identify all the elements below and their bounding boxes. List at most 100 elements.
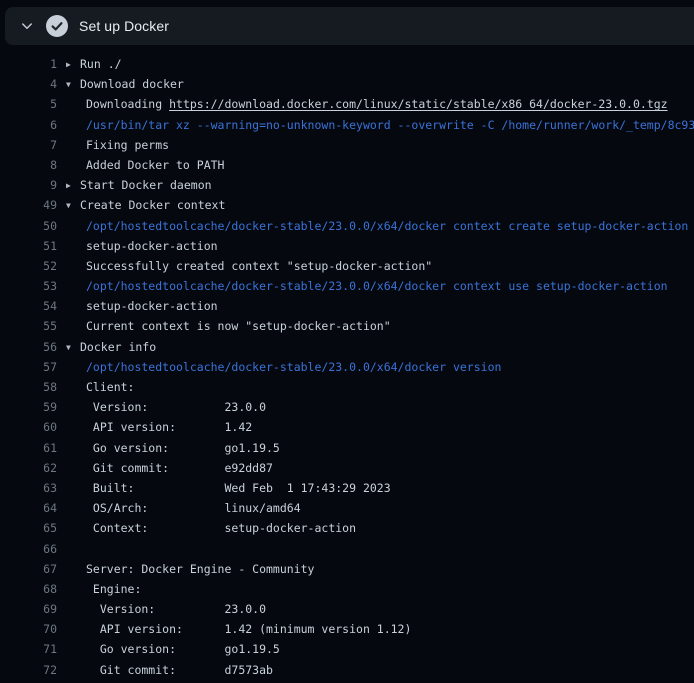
line-number[interactable]: 50 bbox=[0, 216, 57, 236]
log-line: 58 Client: bbox=[0, 377, 694, 397]
group-title: Start Docker daemon bbox=[80, 178, 212, 192]
log-link[interactable]: https://download.docker.com/linux/static… bbox=[169, 97, 668, 111]
log-text: ▼Download docker bbox=[66, 74, 694, 94]
line-number[interactable]: 62 bbox=[0, 458, 57, 478]
log-text: Version: 23.0.0 bbox=[66, 397, 694, 417]
log-text: Version: 23.0.0 bbox=[66, 599, 694, 619]
group-title: Docker info bbox=[80, 340, 156, 354]
line-number[interactable]: 71 bbox=[0, 639, 57, 659]
log-line: 71 Go version: go1.19.5 bbox=[0, 639, 694, 659]
check-circle-icon bbox=[46, 15, 68, 37]
log-text: Engine: bbox=[66, 579, 694, 599]
line-number[interactable]: 54 bbox=[0, 296, 57, 316]
log-group-line[interactable]: 9 ▶Start Docker daemon bbox=[0, 175, 694, 195]
log-text: Fixing perms bbox=[66, 135, 694, 155]
log-command-text: /opt/hostedtoolcache/docker-stable/23.0.… bbox=[66, 357, 694, 377]
line-number[interactable]: 53 bbox=[0, 276, 57, 296]
log-text bbox=[66, 539, 694, 559]
log-text: API version: 1.42 (minimum version 1.12) bbox=[66, 619, 694, 639]
log-group-line[interactable]: 49 ▼Create Docker context bbox=[0, 195, 694, 215]
log-text: API version: 1.42 bbox=[66, 417, 694, 437]
line-number[interactable]: 64 bbox=[0, 498, 57, 518]
triangle-right-icon: ▶ bbox=[66, 176, 80, 195]
group-title: Create Docker context bbox=[80, 198, 225, 212]
log-line: 51 setup-docker-action bbox=[0, 236, 694, 256]
line-number[interactable]: 56 bbox=[0, 337, 57, 357]
log-text: Server: Docker Engine - Community bbox=[66, 559, 694, 579]
log-text: OS/Arch: linux/amd64 bbox=[66, 498, 694, 518]
log-line: 7 Fixing perms bbox=[0, 135, 694, 155]
step-title: Set up Docker bbox=[79, 18, 169, 34]
line-number[interactable]: 57 bbox=[0, 357, 57, 377]
line-number[interactable]: 72 bbox=[0, 660, 57, 680]
line-number[interactable]: 63 bbox=[0, 478, 57, 498]
log-group-line[interactable]: 1 ▶Run ./ bbox=[0, 54, 694, 74]
log-line: 8 Added Docker to PATH bbox=[0, 155, 694, 175]
line-number[interactable]: 55 bbox=[0, 316, 57, 336]
log-text: Client: bbox=[66, 377, 694, 397]
line-number[interactable]: 68 bbox=[0, 579, 57, 599]
log-line: 54 setup-docker-action bbox=[0, 296, 694, 316]
line-number[interactable]: 7 bbox=[0, 135, 57, 155]
line-number[interactable]: 49 bbox=[0, 195, 57, 215]
log-text: Git commit: d7573ab bbox=[66, 660, 694, 680]
log-group-line[interactable]: 56 ▼Docker info bbox=[0, 337, 694, 357]
line-number[interactable]: 5 bbox=[0, 94, 57, 114]
log-group-line[interactable]: 4 ▼Download docker bbox=[0, 74, 694, 94]
line-number[interactable]: 67 bbox=[0, 559, 57, 579]
line-number[interactable]: 51 bbox=[0, 236, 57, 256]
triangle-right-icon: ▶ bbox=[66, 55, 80, 74]
line-number[interactable]: 6 bbox=[0, 115, 57, 135]
group-title: Run ./ bbox=[80, 57, 122, 71]
log-line: 64 OS/Arch: linux/amd64 bbox=[0, 498, 694, 518]
line-number[interactable]: 52 bbox=[0, 256, 57, 276]
chevron-down-icon[interactable] bbox=[19, 18, 35, 34]
log-text: setup-docker-action bbox=[66, 236, 694, 256]
log-text: ▼Create Docker context bbox=[66, 195, 694, 215]
log-line: 66 bbox=[0, 539, 694, 559]
group-title: Download docker bbox=[80, 77, 184, 91]
log-text: Successfully created context "setup-dock… bbox=[66, 256, 694, 276]
log-text: setup-docker-action bbox=[66, 296, 694, 316]
line-number[interactable]: 69 bbox=[0, 599, 57, 619]
log-line: 60 API version: 1.42 bbox=[0, 417, 694, 437]
line-number[interactable]: 1 bbox=[0, 54, 57, 74]
log-line: 57/opt/hostedtoolcache/docker-stable/23.… bbox=[0, 357, 694, 377]
step-header-set-up-docker[interactable]: Set up Docker bbox=[5, 7, 694, 45]
log-line: 67 Server: Docker Engine - Community bbox=[0, 559, 694, 579]
log-line: 53/opt/hostedtoolcache/docker-stable/23.… bbox=[0, 276, 694, 296]
log-command-text: /usr/bin/tar xz --warning=no-unknown-key… bbox=[66, 115, 694, 135]
log-line: 72 Git commit: d7573ab bbox=[0, 660, 694, 680]
line-number[interactable]: 60 bbox=[0, 417, 57, 437]
line-number[interactable]: 59 bbox=[0, 397, 57, 417]
log-line: 68 Engine: bbox=[0, 579, 694, 599]
line-number[interactable]: 65 bbox=[0, 518, 57, 538]
line-number[interactable]: 58 bbox=[0, 377, 57, 397]
line-number[interactable]: 8 bbox=[0, 155, 57, 175]
log-text: Git commit: e92dd87 bbox=[66, 458, 694, 478]
log-command-text: /opt/hostedtoolcache/docker-stable/23.0.… bbox=[66, 276, 694, 296]
triangle-down-icon: ▼ bbox=[66, 338, 80, 357]
line-number[interactable]: 66 bbox=[0, 539, 57, 559]
log-line: 50/opt/hostedtoolcache/docker-stable/23.… bbox=[0, 216, 694, 236]
triangle-down-icon: ▼ bbox=[66, 75, 80, 94]
line-number[interactable]: 4 bbox=[0, 74, 57, 94]
log-line: 69 Version: 23.0.0 bbox=[0, 599, 694, 619]
line-number[interactable]: 9 bbox=[0, 175, 57, 195]
log-container: 1▶Run ./4▼Download docker5Downloading ht… bbox=[0, 45, 694, 683]
triangle-down-icon: ▼ bbox=[66, 196, 80, 215]
log-text: Downloading https://download.docker.com/… bbox=[66, 94, 694, 114]
log-line: 70 API version: 1.42 (minimum version 1.… bbox=[0, 619, 694, 639]
log-text: ▶Run ./ bbox=[66, 54, 694, 74]
log-command-text: /opt/hostedtoolcache/docker-stable/23.0.… bbox=[66, 216, 694, 236]
line-number[interactable]: 61 bbox=[0, 438, 57, 458]
log-line: 55 Current context is now "setup-docker-a… bbox=[0, 316, 694, 336]
log-line: 5 Downloading https://download.docker.com… bbox=[0, 94, 694, 114]
log-text: Go version: go1.19.5 bbox=[66, 438, 694, 458]
log-text: Current context is now "setup-docker-act… bbox=[66, 316, 694, 336]
line-number[interactable]: 70 bbox=[0, 619, 57, 639]
log-line: 52 Successfully created context "setup-do… bbox=[0, 256, 694, 276]
log-line: 6/usr/bin/tar xz --warning=no-unknown-ke… bbox=[0, 115, 694, 135]
log-line: 59 Version: 23.0.0 bbox=[0, 397, 694, 417]
log-text: Added Docker to PATH bbox=[66, 155, 694, 175]
